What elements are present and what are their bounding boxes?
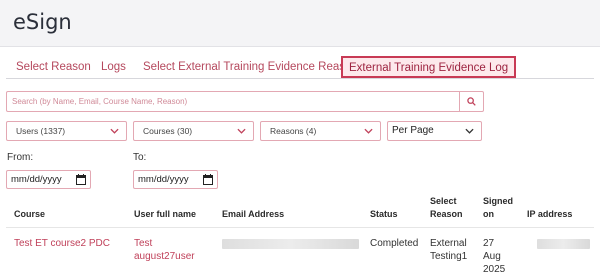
- column-header-course[interactable]: Course: [14, 208, 45, 221]
- search-input[interactable]: [7, 92, 459, 111]
- signed-year: 2025: [483, 264, 506, 275]
- column-header-ip-address[interactable]: IP address: [527, 208, 572, 221]
- column-header-signed-line1[interactable]: Signed: [483, 195, 513, 208]
- reason-line1: External: [430, 238, 467, 249]
- to-label: To:: [133, 152, 147, 163]
- chevron-down-icon: [110, 128, 119, 134]
- courses-filter-select[interactable]: Courses (30): [133, 121, 254, 141]
- user-name-line1[interactable]: Test: [134, 237, 152, 251]
- table-divider: [6, 227, 594, 228]
- per-page-label: Per Page: [392, 125, 434, 136]
- column-header-email[interactable]: Email Address: [222, 208, 284, 221]
- tab-select-reason[interactable]: Select Reason: [16, 55, 91, 79]
- redacted-ip-address: [537, 239, 590, 249]
- courses-filter-label: Courses (30): [143, 126, 193, 136]
- course-link[interactable]: Test ET course2 PDC: [14, 237, 110, 251]
- search-button[interactable]: [459, 92, 483, 111]
- per-page-select[interactable]: Per Page: [387, 121, 482, 141]
- chevron-down-icon: [465, 128, 474, 134]
- tab-external-training-evidence-log[interactable]: External Training Evidence Log: [341, 56, 517, 78]
- status-value: Completed: [370, 238, 419, 249]
- from-date-input[interactable]: mm/dd/yyyy: [6, 170, 91, 189]
- users-filter-label: Users (1337): [16, 126, 66, 136]
- signed-day: 27: [483, 238, 495, 249]
- redacted-email: [222, 239, 359, 249]
- signed-month: Aug: [483, 251, 501, 262]
- user-name-line2[interactable]: august27user: [134, 250, 195, 264]
- app-header: eSign: [0, 0, 600, 47]
- chevron-down-icon: [237, 128, 246, 134]
- reasons-filter-select[interactable]: Reasons (4): [260, 121, 381, 141]
- reasons-filter-label: Reasons (4): [270, 126, 317, 136]
- from-label: From:: [7, 152, 34, 163]
- column-header-reason-line1[interactable]: Select: [430, 195, 457, 208]
- reason-line2: Testing1: [430, 251, 468, 262]
- app-title: eSign: [13, 10, 72, 34]
- from-date-placeholder: mm/dd/yyyy: [11, 174, 62, 185]
- tab-logs[interactable]: Logs: [101, 55, 126, 79]
- column-header-user-full-name[interactable]: User full name: [134, 208, 196, 221]
- to-date-input[interactable]: mm/dd/yyyy: [133, 170, 218, 189]
- users-filter-select[interactable]: Users (1337): [6, 121, 127, 141]
- to-date-placeholder: mm/dd/yyyy: [138, 174, 189, 185]
- chevron-down-icon: [364, 128, 373, 134]
- tab-select-external-training-evidence-reason[interactable]: Select External Training Evidence Reason: [143, 55, 358, 79]
- calendar-icon[interactable]: [76, 174, 86, 185]
- calendar-icon[interactable]: [203, 174, 213, 185]
- column-header-signed-line2[interactable]: on: [483, 208, 494, 221]
- column-header-status[interactable]: Status: [370, 208, 398, 221]
- search-bar: [6, 91, 484, 112]
- column-header-reason-line2[interactable]: Reason: [430, 208, 463, 221]
- search-icon: [467, 97, 476, 106]
- tab-bar: Select Reason Logs Select External Train…: [6, 55, 594, 79]
